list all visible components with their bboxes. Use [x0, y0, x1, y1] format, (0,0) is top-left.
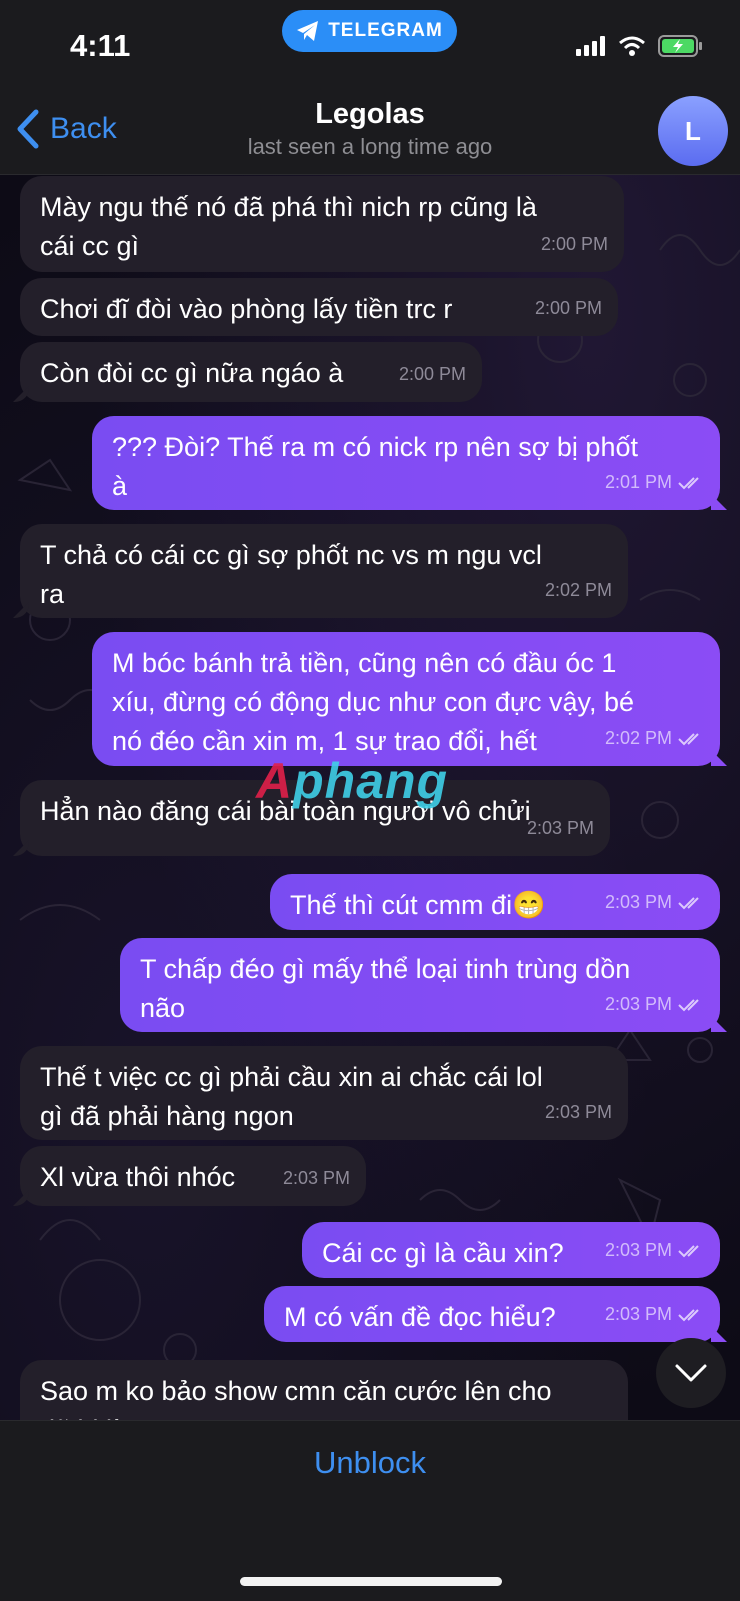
double-check-icon [678, 998, 699, 1011]
message-meta: 2:00 PM [535, 289, 602, 328]
telegram-return-pill[interactable]: TELEGRAM [282, 10, 457, 52]
message-text: Chơi đĩ đòi vào phòng lấy tiền trc r [40, 294, 453, 324]
message-time: 2:03 PM [604, 994, 672, 1014]
message-meta: 2:03 PM [605, 985, 704, 1024]
message-meta: 2:01 PM [605, 463, 704, 502]
contact-last-seen: last seen a long time ago [247, 134, 493, 159]
battery-charging-icon [658, 35, 702, 57]
bottom-action-bar: Unblock [0, 1420, 740, 1601]
message-meta: 2:03 PM [283, 1159, 350, 1198]
message-meta: 2:03 PM [605, 1231, 704, 1270]
unblock-button[interactable]: Unblock [0, 1445, 740, 1481]
outgoing-message[interactable]: Thế thì cút cmm đi😁 2:03 PM [270, 874, 720, 930]
avatar-initial: L [685, 115, 701, 146]
message-meta: 2:03 PM [545, 1093, 612, 1132]
message-meta: 2:03 PM [527, 809, 594, 848]
message-text: Thế t việc cc gì phải cầu xin ai chắc cá… [40, 1062, 543, 1131]
status-icons [576, 34, 704, 58]
message-time: 2:03 PM [526, 818, 594, 838]
message-time: 2:03 PM [544, 1102, 612, 1122]
message-meta: 2:00 PM [399, 355, 466, 394]
watermark-first: A [256, 753, 294, 809]
message-time: 2:00 PM [398, 364, 466, 384]
incoming-message[interactable]: T chả có cái cc gì sợ phốt nc vs m ngu v… [13, 524, 628, 618]
message-text: T chả có cái cc gì sợ phốt nc vs m ngu v… [40, 540, 542, 609]
message-time: 2:03 PM [604, 892, 672, 912]
message-time: 2:00 PM [534, 298, 602, 318]
outgoing-message[interactable]: ??? Đòi? Thế ra m có nick rp nên sợ bị p… [92, 416, 727, 510]
message-meta: 2:03 PM [605, 1295, 704, 1334]
message-time: 2:01 PM [604, 472, 672, 492]
wifi-icon [619, 36, 645, 56]
message-time: 2:02 PM [544, 580, 612, 600]
message-time: 2:00 PM [540, 234, 608, 254]
message-text: Mày ngu thế nó đã phá thì nich rp cũng l… [40, 192, 537, 261]
avatar[interactable]: L [658, 96, 728, 166]
chevron-down-icon [675, 1364, 707, 1382]
outgoing-message[interactable]: T chấp đéo gì mấy thể loại tinh trùng dồ… [120, 938, 727, 1032]
watermark-logo: Aphang [256, 752, 448, 810]
home-indicator[interactable] [240, 1577, 502, 1586]
message-meta: 2:02 PM [605, 719, 704, 758]
double-check-icon [678, 732, 699, 745]
incoming-message[interactable]: Mày ngu thế nó đã phá thì nich rp cũng l… [20, 176, 624, 272]
contact-name[interactable]: Legolas [0, 98, 740, 131]
outgoing-message[interactable]: M bóc bánh trả tiền, cũng nên có đầu óc … [92, 632, 727, 766]
incoming-message[interactable]: Xl vừa thôi nhóc 2:03 PM [13, 1146, 366, 1206]
outgoing-message[interactable]: Cái cc gì là cầu xin? 2:03 PM [302, 1222, 720, 1278]
message-time: 2:03 PM [604, 1240, 672, 1260]
message-time: 2:03 PM [604, 1304, 672, 1324]
cellular-signal-icon [576, 36, 605, 56]
incoming-message[interactable]: Chơi đĩ đòi vào phòng lấy tiền trc r 2:0… [20, 278, 618, 336]
double-check-icon [678, 476, 699, 489]
message-meta: 2:02 PM [545, 571, 612, 610]
message-time: 2:03 PM [282, 1168, 350, 1188]
watermark-rest: phang [293, 753, 449, 809]
outgoing-message[interactable]: M có vấn đề đọc hiểu? 2:03 PM [264, 1286, 727, 1342]
status-time: 4:11 [70, 28, 131, 63]
message-meta: 2:00 PM [541, 225, 608, 264]
message-meta: 2:03 PM [605, 883, 704, 922]
double-check-icon [678, 1244, 699, 1257]
message-time: 2:02 PM [604, 728, 672, 748]
telegram-plane-icon [297, 21, 319, 41]
chat-header: Back Legolas last seen a long time ago L [0, 90, 740, 175]
status-bar: 4:11 TELEGRAM [0, 0, 740, 90]
double-check-icon [678, 1308, 699, 1321]
incoming-message[interactable]: Thế t việc cc gì phải cầu xin ai chắc cá… [20, 1046, 628, 1140]
scroll-to-bottom-button[interactable] [656, 1338, 726, 1408]
telegram-pill-label: TELEGRAM [328, 20, 443, 41]
incoming-message[interactable]: Còn đòi cc gì nữa ngáo à 2:00 PM [13, 342, 482, 402]
double-check-icon [678, 896, 699, 909]
